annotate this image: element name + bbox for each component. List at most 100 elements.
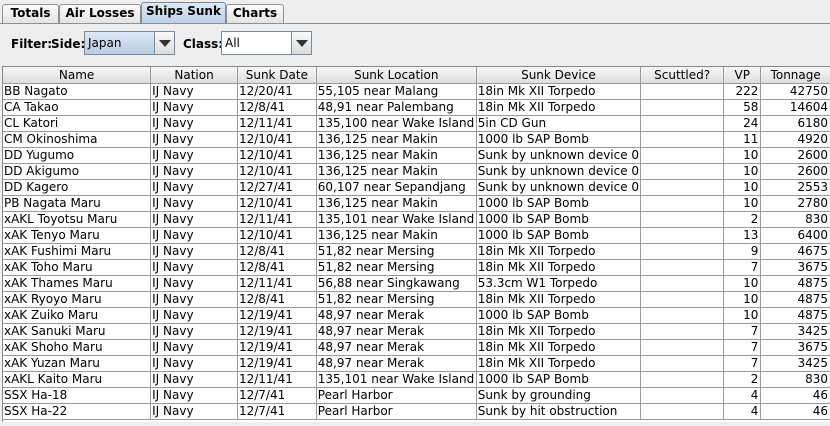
sunk-date-cell[interactable]: 12/19/41 <box>237 323 317 340</box>
scuttled-cell[interactable] <box>640 387 725 404</box>
tonnage-cell[interactable]: 2600 <box>760 163 830 180</box>
tab-air-losses[interactable]: Air Losses <box>59 4 141 23</box>
tonnage-cell[interactable]: 46 <box>760 387 830 404</box>
table-row[interactable]: SSX Ha-22 IJ Navy 12/7/41 Pearl Harbor Sunk … <box>3 403 830 420</box>
nation-cell[interactable]: IJ Navy <box>150 371 238 388</box>
sunk-device-cell[interactable]: 1000 lb SAP Bomb <box>476 131 642 148</box>
name-cell[interactable]: SSX Ha-22 <box>3 403 152 420</box>
nation-cell[interactable]: IJ Navy <box>150 83 238 100</box>
sunk-date-cell[interactable]: 12/19/41 <box>237 307 317 324</box>
scuttled-cell[interactable] <box>640 323 725 340</box>
sunk-date-cell[interactable]: 12/10/41 <box>237 227 317 244</box>
vp-cell[interactable]: 2 <box>723 211 762 228</box>
tonnage-cell[interactable]: 14604 <box>760 99 830 116</box>
table-row[interactable]: xAKL Kaito Maru IJ Navy 12/11/41 135,101 ne… <box>3 371 830 388</box>
nation-cell[interactable]: IJ Navy <box>150 355 238 372</box>
nation-cell[interactable]: IJ Navy <box>150 387 238 404</box>
vp-cell[interactable]: 7 <box>723 323 762 340</box>
sunk-device-cell[interactable]: Sunk by unknown device 0 <box>476 163 642 180</box>
column-header-sunk-date[interactable]: Sunk Date <box>237 67 317 84</box>
sunk-location-cell[interactable]: 135,101 near Wake Island <box>316 371 477 388</box>
column-header-sunk-device[interactable]: Sunk Device <box>476 67 642 84</box>
sunk-location-cell[interactable]: 136,125 near Makin <box>316 195 477 212</box>
sunk-device-cell[interactable]: Sunk by unknown device 0 <box>476 147 642 164</box>
sunk-device-cell[interactable]: 1000 lb SAP Bomb <box>476 195 642 212</box>
side-select[interactable]: Japan <box>84 31 175 55</box>
sunk-device-cell[interactable]: 18in Mk XII Torpedo <box>476 339 642 356</box>
sunk-date-cell[interactable]: 12/7/41 <box>237 403 317 420</box>
name-cell[interactable]: xAK Fushimi Maru <box>3 243 152 260</box>
column-header-tonnage[interactable]: Tonnage <box>760 67 830 84</box>
chevron-down-icon[interactable] <box>154 32 174 54</box>
sunk-device-cell[interactable]: 53.3cm W1 Torpedo <box>476 275 642 292</box>
tonnage-cell[interactable]: 830 <box>760 371 830 388</box>
scuttled-cell[interactable] <box>640 355 725 372</box>
sunk-device-cell[interactable]: 18in Mk XII Torpedo <box>476 259 642 276</box>
scuttled-cell[interactable] <box>640 275 725 292</box>
name-cell[interactable]: xAK Shoho Maru <box>3 339 152 356</box>
scuttled-cell[interactable] <box>640 163 725 180</box>
table-row[interactable]: xAK Zuiko Maru IJ Navy 12/19/41 48,97 near … <box>3 307 830 324</box>
name-cell[interactable]: CM Okinoshima <box>3 131 152 148</box>
tonnage-cell[interactable]: 3425 <box>760 355 830 372</box>
table-row[interactable]: BB Nagato IJ Navy 12/20/41 55,105 near Mala… <box>3 83 830 100</box>
nation-cell[interactable]: IJ Navy <box>150 243 238 260</box>
sunk-location-cell[interactable]: 136,125 near Makin <box>316 131 477 148</box>
scuttled-cell[interactable] <box>640 131 725 148</box>
table-row[interactable]: xAK Sanuki Maru IJ Navy 12/19/41 48,97 near… <box>3 323 830 340</box>
tonnage-cell[interactable]: 6180 <box>760 115 830 132</box>
sunk-location-cell[interactable]: 136,125 near Makin <box>316 163 477 180</box>
sunk-device-cell[interactable]: Sunk by hit obstruction <box>476 403 642 420</box>
scuttled-cell[interactable] <box>640 211 725 228</box>
scuttled-cell[interactable] <box>640 83 725 100</box>
table-row[interactable]: SSX Ha-18 IJ Navy 12/7/41 Pearl Harbor Sunk … <box>3 387 830 404</box>
tonnage-cell[interactable]: 4875 <box>760 275 830 292</box>
sunk-date-cell[interactable]: 12/8/41 <box>237 259 317 276</box>
nation-cell[interactable]: IJ Navy <box>150 227 238 244</box>
sunk-device-cell[interactable]: Sunk by unknown device 0 <box>476 179 642 196</box>
sunk-date-cell[interactable]: 12/10/41 <box>237 131 317 148</box>
sunk-location-cell[interactable]: Pearl Harbor <box>316 403 477 420</box>
scuttled-cell[interactable] <box>640 115 725 132</box>
scuttled-cell[interactable] <box>640 99 725 116</box>
table-row[interactable]: xAK Shoho Maru IJ Navy 12/19/41 48,97 near … <box>3 339 830 356</box>
scuttled-cell[interactable] <box>640 403 725 420</box>
nation-cell[interactable]: IJ Navy <box>150 403 238 420</box>
table-row[interactable]: CM Okinoshima IJ Navy 12/10/41 136,125 near… <box>3 131 830 148</box>
name-cell[interactable]: xAK Tenyo Maru <box>3 227 152 244</box>
table-row[interactable]: DD Yugumo IJ Navy 12/10/41 136,125 near Mak… <box>3 147 830 164</box>
scuttled-cell[interactable] <box>640 339 725 356</box>
scuttled-cell[interactable] <box>640 307 725 324</box>
name-cell[interactable]: DD Akigumo <box>3 163 152 180</box>
table-row[interactable]: CL Katori IJ Navy 12/11/41 135,100 near Wak… <box>3 115 830 132</box>
name-cell[interactable]: CL Katori <box>3 115 152 132</box>
scuttled-cell[interactable] <box>640 179 725 196</box>
tonnage-cell[interactable]: 3675 <box>760 339 830 356</box>
sunk-location-cell[interactable]: 51,82 near Mersing <box>316 291 477 308</box>
nation-cell[interactable]: IJ Navy <box>150 147 238 164</box>
table-row[interactable]: xAK Ryoyo Maru IJ Navy 12/8/41 51,82 near M… <box>3 291 830 308</box>
tonnage-cell[interactable]: 2553 <box>760 179 830 196</box>
vp-cell[interactable]: 10 <box>723 291 762 308</box>
scuttled-cell[interactable] <box>640 259 725 276</box>
column-header-name[interactable]: Name <box>3 67 152 84</box>
scuttled-cell[interactable] <box>640 291 725 308</box>
sunk-device-cell[interactable]: 5in CD Gun <box>476 115 642 132</box>
tonnage-cell[interactable]: 6400 <box>760 227 830 244</box>
sunk-location-cell[interactable]: Pearl Harbor <box>316 387 477 404</box>
sunk-location-cell[interactable]: 55,105 near Malang <box>316 83 477 100</box>
sunk-device-cell[interactable]: 1000 lb SAP Bomb <box>476 371 642 388</box>
sunk-date-cell[interactable]: 12/20/41 <box>237 83 317 100</box>
sunk-location-cell[interactable]: 60,107 near Sepandjang <box>316 179 477 196</box>
vp-cell[interactable]: 7 <box>723 339 762 356</box>
sunk-date-cell[interactable]: 12/11/41 <box>237 371 317 388</box>
name-cell[interactable]: xAK Sanuki Maru <box>3 323 152 340</box>
vp-cell[interactable]: 7 <box>723 259 762 276</box>
sunk-date-cell[interactable]: 12/8/41 <box>237 243 317 260</box>
tonnage-cell[interactable]: 2600 <box>760 147 830 164</box>
sunk-date-cell[interactable]: 12/10/41 <box>237 147 317 164</box>
table-row[interactable]: xAK Tenyo Maru IJ Navy 12/10/41 136,125 nea… <box>3 227 830 244</box>
nation-cell[interactable]: IJ Navy <box>150 195 238 212</box>
sunk-date-cell[interactable]: 12/27/41 <box>237 179 317 196</box>
sunk-location-cell[interactable]: 51,82 near Mersing <box>316 243 477 260</box>
